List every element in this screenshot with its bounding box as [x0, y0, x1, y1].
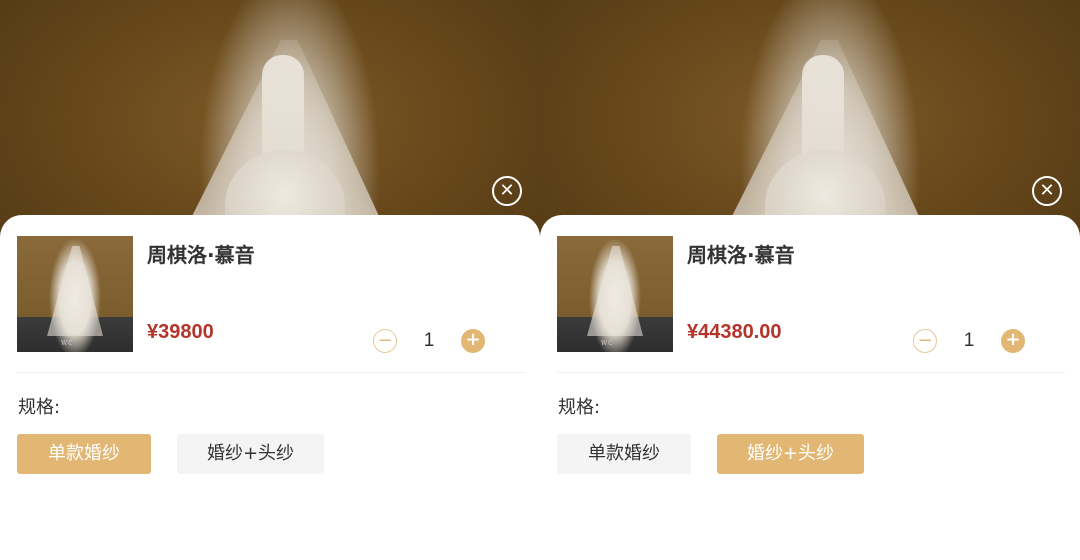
product-thumbnail: WC — [17, 236, 133, 352]
close-icon[interactable]: ✕ — [1032, 176, 1062, 206]
product-price: ¥44380.00 — [687, 321, 782, 343]
quantity-plus-icon[interactable]: + — [461, 329, 485, 353]
product-price: ¥39800 — [147, 321, 214, 343]
spec-option-dress-veil[interactable]: 婚纱+头纱 — [717, 434, 864, 474]
quantity-plus-icon[interactable]: + — [1001, 329, 1025, 353]
quantity-minus-icon[interactable]: − — [373, 329, 397, 353]
product-thumbnail: WC — [557, 236, 673, 352]
product-title: 周棋洛·慕音 — [687, 243, 795, 267]
sku-sheet: WC 周棋洛·慕音 ¥39800 − 1 + 规格: 单款婚纱 婚纱+头纱 — [0, 215, 540, 560]
thumbnail-veil — [47, 246, 103, 336]
thumbnail-logo: WC — [61, 340, 74, 347]
quantity-minus-icon[interactable]: − — [913, 329, 937, 353]
divider — [557, 372, 1065, 373]
thumbnail-veil — [587, 246, 643, 336]
spec-label: 规格: — [18, 397, 61, 418]
quantity-value: 1 — [963, 330, 975, 351]
spec-option-single-dress[interactable]: 单款婚纱 — [17, 434, 151, 474]
spec-label: 规格: — [558, 397, 601, 418]
spec-option-single-dress[interactable]: 单款婚纱 — [557, 434, 691, 474]
sku-sheet: WC 周棋洛·慕音 ¥44380.00 − 1 + 规格: 单款婚纱 婚纱+头纱 — [540, 215, 1080, 560]
close-icon[interactable]: ✕ — [492, 176, 522, 206]
quantity-value: 1 — [423, 330, 435, 351]
thumbnail-logo: WC — [601, 340, 614, 347]
spec-option-dress-veil[interactable]: 婚纱+头纱 — [177, 434, 324, 474]
product-title: 周棋洛·慕音 — [147, 243, 255, 267]
sku-panel-right: ✕ WC 周棋洛·慕音 ¥44380.00 − 1 + 规格: 单款婚纱 婚纱+… — [540, 0, 1080, 560]
sku-panel-left: ✕ WC 周棋洛·慕音 ¥39800 − 1 + 规格: 单款婚纱 婚纱+头纱 — [0, 0, 540, 560]
divider — [17, 372, 525, 373]
